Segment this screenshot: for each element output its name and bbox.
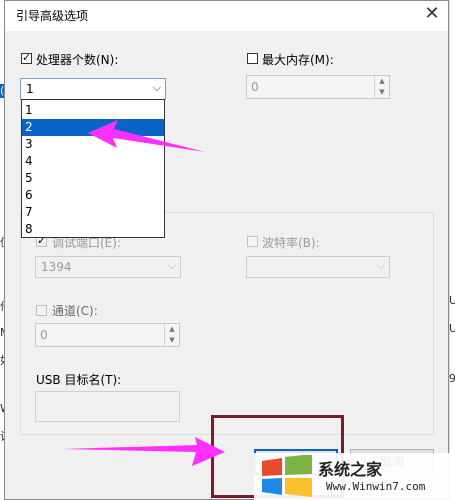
annotation-arrows [62, 120, 225, 466]
arrow-pointer-icon [62, 437, 225, 466]
arrow-pointer-icon [88, 120, 205, 152]
windows-logo-icon [262, 455, 312, 497]
watermark-url: Www.Winwin7.com [326, 480, 426, 493]
watermark-brand: 系统之家 [318, 460, 383, 479]
